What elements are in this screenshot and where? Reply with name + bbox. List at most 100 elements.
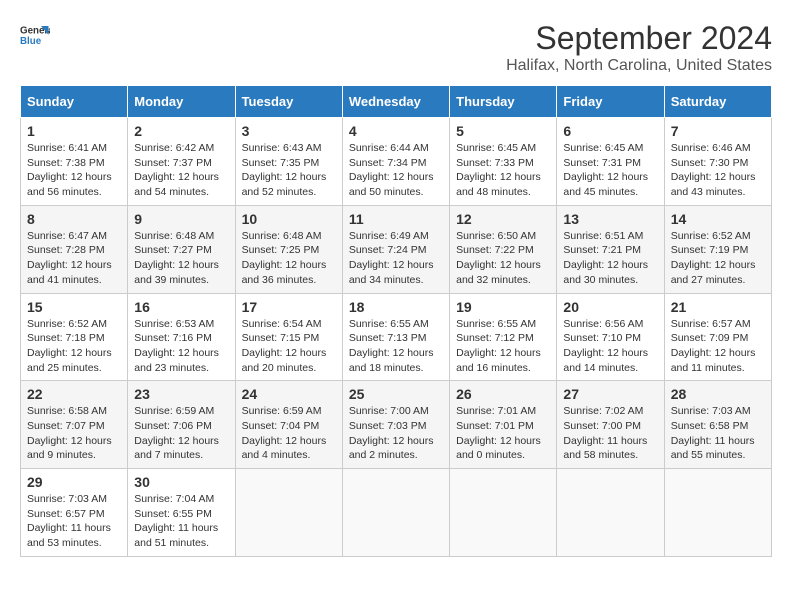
calendar-week-row: 15 Sunrise: 6:52 AM Sunset: 7:18 PM Dayl… — [21, 293, 772, 381]
day-info: Sunrise: 6:55 AM Sunset: 7:13 PM Dayligh… — [349, 317, 443, 376]
calendar-cell: 4 Sunrise: 6:44 AM Sunset: 7:34 PM Dayli… — [342, 118, 449, 206]
day-info: Sunrise: 6:54 AM Sunset: 7:15 PM Dayligh… — [242, 317, 336, 376]
calendar-cell: 28 Sunrise: 7:03 AM Sunset: 6:58 PM Dayl… — [664, 381, 771, 469]
calendar-cell: 16 Sunrise: 6:53 AM Sunset: 7:16 PM Dayl… — [128, 293, 235, 381]
logo-icon: General Blue — [20, 20, 50, 50]
calendar-cell — [235, 469, 342, 557]
day-number: 5 — [456, 123, 550, 139]
day-number: 20 — [563, 299, 657, 315]
calendar-cell: 7 Sunrise: 6:46 AM Sunset: 7:30 PM Dayli… — [664, 118, 771, 206]
day-header-tuesday: Tuesday — [235, 86, 342, 118]
day-number: 22 — [27, 386, 121, 402]
calendar-cell: 21 Sunrise: 6:57 AM Sunset: 7:09 PM Dayl… — [664, 293, 771, 381]
calendar-cell: 10 Sunrise: 6:48 AM Sunset: 7:25 PM Dayl… — [235, 205, 342, 293]
day-number: 19 — [456, 299, 550, 315]
day-info: Sunrise: 6:52 AM Sunset: 7:18 PM Dayligh… — [27, 317, 121, 376]
day-header-monday: Monday — [128, 86, 235, 118]
calendar-cell: 26 Sunrise: 7:01 AM Sunset: 7:01 PM Dayl… — [450, 381, 557, 469]
day-number: 7 — [671, 123, 765, 139]
calendar-cell: 2 Sunrise: 6:42 AM Sunset: 7:37 PM Dayli… — [128, 118, 235, 206]
calendar-cell: 24 Sunrise: 6:59 AM Sunset: 7:04 PM Dayl… — [235, 381, 342, 469]
day-info: Sunrise: 6:51 AM Sunset: 7:21 PM Dayligh… — [563, 229, 657, 288]
day-number: 15 — [27, 299, 121, 315]
day-number: 27 — [563, 386, 657, 402]
day-header-friday: Friday — [557, 86, 664, 118]
day-number: 21 — [671, 299, 765, 315]
day-info: Sunrise: 7:04 AM Sunset: 6:55 PM Dayligh… — [134, 492, 228, 551]
day-number: 29 — [27, 474, 121, 490]
day-number: 11 — [349, 211, 443, 227]
day-number: 14 — [671, 211, 765, 227]
calendar-cell — [342, 469, 449, 557]
day-info: Sunrise: 6:43 AM Sunset: 7:35 PM Dayligh… — [242, 141, 336, 200]
calendar-cell — [664, 469, 771, 557]
day-number: 25 — [349, 386, 443, 402]
calendar-week-row: 29 Sunrise: 7:03 AM Sunset: 6:57 PM Dayl… — [21, 469, 772, 557]
calendar-cell: 8 Sunrise: 6:47 AM Sunset: 7:28 PM Dayli… — [21, 205, 128, 293]
day-info: Sunrise: 6:41 AM Sunset: 7:38 PM Dayligh… — [27, 141, 121, 200]
day-number: 23 — [134, 386, 228, 402]
day-number: 17 — [242, 299, 336, 315]
day-info: Sunrise: 6:48 AM Sunset: 7:27 PM Dayligh… — [134, 229, 228, 288]
day-info: Sunrise: 6:45 AM Sunset: 7:33 PM Dayligh… — [456, 141, 550, 200]
calendar-cell: 29 Sunrise: 7:03 AM Sunset: 6:57 PM Dayl… — [21, 469, 128, 557]
calendar-week-row: 8 Sunrise: 6:47 AM Sunset: 7:28 PM Dayli… — [21, 205, 772, 293]
day-number: 18 — [349, 299, 443, 315]
day-info: Sunrise: 6:58 AM Sunset: 7:07 PM Dayligh… — [27, 404, 121, 463]
calendar-week-row: 1 Sunrise: 6:41 AM Sunset: 7:38 PM Dayli… — [21, 118, 772, 206]
calendar-cell: 3 Sunrise: 6:43 AM Sunset: 7:35 PM Dayli… — [235, 118, 342, 206]
day-info: Sunrise: 6:56 AM Sunset: 7:10 PM Dayligh… — [563, 317, 657, 376]
day-number: 2 — [134, 123, 228, 139]
day-info: Sunrise: 6:45 AM Sunset: 7:31 PM Dayligh… — [563, 141, 657, 200]
day-header-thursday: Thursday — [450, 86, 557, 118]
title-section: September 2024 Halifax, North Carolina, … — [506, 20, 772, 75]
day-info: Sunrise: 7:02 AM Sunset: 7:00 PM Dayligh… — [563, 404, 657, 463]
calendar-cell: 9 Sunrise: 6:48 AM Sunset: 7:27 PM Dayli… — [128, 205, 235, 293]
calendar-cell: 27 Sunrise: 7:02 AM Sunset: 7:00 PM Dayl… — [557, 381, 664, 469]
calendar-cell: 20 Sunrise: 6:56 AM Sunset: 7:10 PM Dayl… — [557, 293, 664, 381]
day-header-sunday: Sunday — [21, 86, 128, 118]
day-number: 30 — [134, 474, 228, 490]
calendar-cell: 22 Sunrise: 6:58 AM Sunset: 7:07 PM Dayl… — [21, 381, 128, 469]
calendar-cell: 19 Sunrise: 6:55 AM Sunset: 7:12 PM Dayl… — [450, 293, 557, 381]
calendar-cell: 5 Sunrise: 6:45 AM Sunset: 7:33 PM Dayli… — [450, 118, 557, 206]
day-header-saturday: Saturday — [664, 86, 771, 118]
day-info: Sunrise: 6:55 AM Sunset: 7:12 PM Dayligh… — [456, 317, 550, 376]
calendar-cell: 18 Sunrise: 6:55 AM Sunset: 7:13 PM Dayl… — [342, 293, 449, 381]
day-info: Sunrise: 7:01 AM Sunset: 7:01 PM Dayligh… — [456, 404, 550, 463]
day-number: 13 — [563, 211, 657, 227]
day-info: Sunrise: 6:53 AM Sunset: 7:16 PM Dayligh… — [134, 317, 228, 376]
calendar-cell: 14 Sunrise: 6:52 AM Sunset: 7:19 PM Dayl… — [664, 205, 771, 293]
calendar-cell: 25 Sunrise: 7:00 AM Sunset: 7:03 PM Dayl… — [342, 381, 449, 469]
day-info: Sunrise: 6:52 AM Sunset: 7:19 PM Dayligh… — [671, 229, 765, 288]
day-number: 4 — [349, 123, 443, 139]
day-info: Sunrise: 7:03 AM Sunset: 6:57 PM Dayligh… — [27, 492, 121, 551]
day-info: Sunrise: 6:46 AM Sunset: 7:30 PM Dayligh… — [671, 141, 765, 200]
day-info: Sunrise: 6:50 AM Sunset: 7:22 PM Dayligh… — [456, 229, 550, 288]
calendar-cell: 15 Sunrise: 6:52 AM Sunset: 7:18 PM Dayl… — [21, 293, 128, 381]
day-header-wednesday: Wednesday — [342, 86, 449, 118]
calendar-title: September 2024 — [506, 20, 772, 57]
calendar-cell: 13 Sunrise: 6:51 AM Sunset: 7:21 PM Dayl… — [557, 205, 664, 293]
day-number: 8 — [27, 211, 121, 227]
calendar-cell: 12 Sunrise: 6:50 AM Sunset: 7:22 PM Dayl… — [450, 205, 557, 293]
calendar-week-row: 22 Sunrise: 6:58 AM Sunset: 7:07 PM Dayl… — [21, 381, 772, 469]
day-info: Sunrise: 6:49 AM Sunset: 7:24 PM Dayligh… — [349, 229, 443, 288]
day-number: 24 — [242, 386, 336, 402]
calendar-subtitle: Halifax, North Carolina, United States — [506, 57, 772, 75]
day-number: 26 — [456, 386, 550, 402]
page-header: General Blue September 2024 Halifax, Nor… — [20, 20, 772, 75]
calendar-cell: 23 Sunrise: 6:59 AM Sunset: 7:06 PM Dayl… — [128, 381, 235, 469]
day-info: Sunrise: 6:42 AM Sunset: 7:37 PM Dayligh… — [134, 141, 228, 200]
day-number: 16 — [134, 299, 228, 315]
day-number: 28 — [671, 386, 765, 402]
day-info: Sunrise: 6:57 AM Sunset: 7:09 PM Dayligh… — [671, 317, 765, 376]
calendar-cell — [557, 469, 664, 557]
calendar-table: SundayMondayTuesdayWednesdayThursdayFrid… — [20, 85, 772, 557]
calendar-cell: 11 Sunrise: 6:49 AM Sunset: 7:24 PM Dayl… — [342, 205, 449, 293]
svg-text:Blue: Blue — [20, 36, 42, 47]
day-info: Sunrise: 7:03 AM Sunset: 6:58 PM Dayligh… — [671, 404, 765, 463]
day-info: Sunrise: 6:59 AM Sunset: 7:04 PM Dayligh… — [242, 404, 336, 463]
day-info: Sunrise: 6:44 AM Sunset: 7:34 PM Dayligh… — [349, 141, 443, 200]
day-number: 9 — [134, 211, 228, 227]
